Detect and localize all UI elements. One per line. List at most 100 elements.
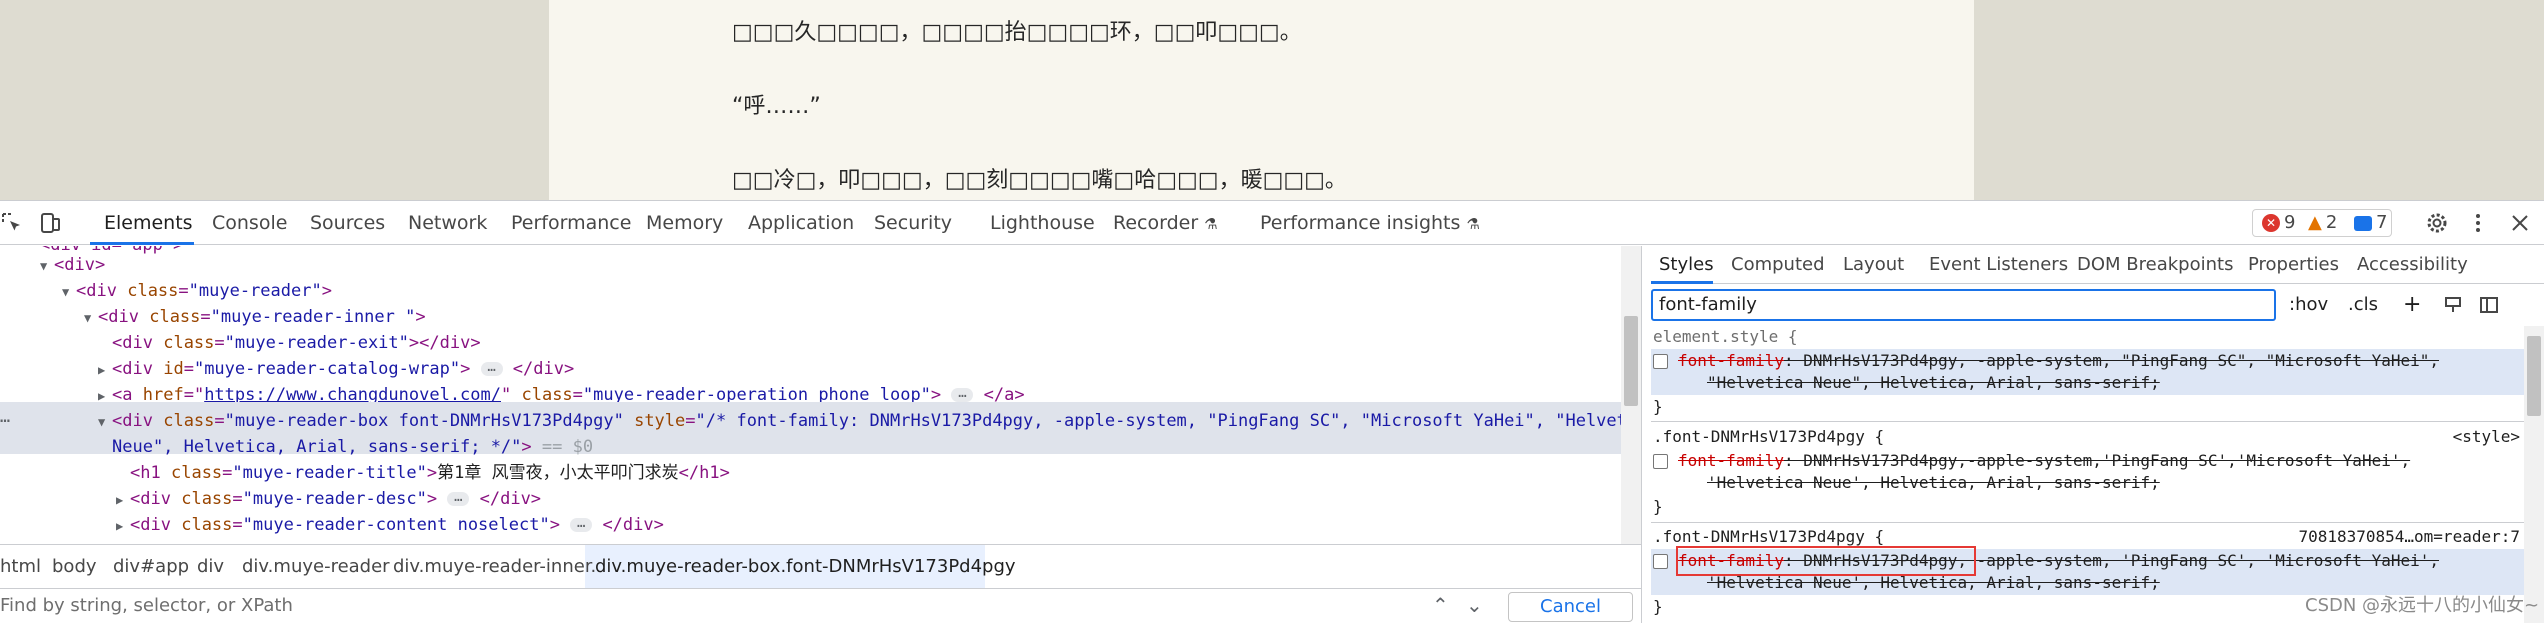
expand-arrow-icon[interactable]: ▶ <box>116 513 130 539</box>
dom-line-title[interactable]: <h1 class="muye-reader-title">第1章 风雪夜，小太… <box>130 460 730 486</box>
breadcrumb-div[interactable]: div <box>197 545 224 589</box>
dom-tree: <div id="app"> ▼<div> ▼<div class="muye-… <box>0 246 1621 544</box>
property-value-cont[interactable]: "Helvetica Neue", Helvetica, Arial, sans… <box>1707 373 2160 392</box>
styles-tabbar: Styles Computed Layout Event Listeners D… <box>1651 246 2544 284</box>
collapse-arrow-icon[interactable]: ▼ <box>62 279 76 305</box>
novel-paragraph-2: “呼……” <box>732 94 821 119</box>
styles-scroll-thumb[interactable] <box>2527 336 2541 416</box>
tab-lighthouse[interactable]: Lighthouse <box>990 201 1095 245</box>
expand-arrow-icon[interactable]: ▶ <box>98 357 112 383</box>
dom-line-desc[interactable]: ▶ <div class="muye-reader-desc"> … </div> <box>116 486 541 512</box>
chevron-down-icon[interactable]: ⌄ <box>1466 593 1483 617</box>
subtab-layout[interactable]: Layout <box>1843 246 1904 284</box>
property-value[interactable]: : DNMrHsV173Pd4pgy, -apple-system, "Ping… <box>1784 351 2439 370</box>
property-name[interactable]: font-family <box>1678 351 1784 370</box>
subtab-event-listeners[interactable]: Event Listeners <box>1929 246 2068 284</box>
subtab-accessibility[interactable]: Accessibility <box>2357 246 2468 284</box>
dom-line-content[interactable]: ▶ <div class="muye-reader-content noselec… <box>116 512 664 538</box>
tab-sources[interactable]: Sources <box>310 201 385 245</box>
declaration-checkbox[interactable] <box>1653 554 1668 569</box>
collapse-arrow-icon[interactable]: ▼ <box>40 253 54 279</box>
property-value-cont[interactable]: 'Helvetica Neue', Helvetica, Arial, sans… <box>1707 573 2160 592</box>
sidebar-toggle-icon[interactable] <box>2479 295 2499 315</box>
ellipsis-badge[interactable]: … <box>951 386 974 402</box>
dom-line-muye-reader-inner[interactable]: ▼ <div class="muye-reader-inner "> <box>84 304 426 330</box>
subtab-properties[interactable]: Properties <box>2248 246 2339 284</box>
find-bar: Find by string, selector, or XPath ⌃ ⌄ C… <box>0 588 1641 623</box>
dom-line-reader-box[interactable]: ▼ <div class="muye-reader-box font-DNMrHs… <box>98 408 1621 434</box>
tab-console[interactable]: Console <box>212 201 287 245</box>
tab-memory[interactable]: Memory <box>646 201 723 245</box>
dom-line-catalog-wrap[interactable]: ▶ <div id="muye-reader-catalog-wrap"> … <… <box>98 356 574 382</box>
subtab-styles[interactable]: Styles <box>1659 246 1714 284</box>
dom-line-reader-box-cont[interactable]: Neue", Helvetica, Arial, sans-serif; */"… <box>112 434 593 460</box>
settings-gear-icon[interactable] <box>2425 211 2449 235</box>
dom-line-reader-exit[interactable]: <div class="muye-reader-exit"></div> <box>112 330 481 356</box>
dollar-zero-marker: == $0 <box>541 437 594 457</box>
breadcrumb-body[interactable]: body <box>52 545 97 589</box>
tab-elements[interactable]: Elements <box>104 201 193 245</box>
tab-performance-insights[interactable]: Performance insights ⚗ <box>1260 201 1480 245</box>
ellipsis-badge[interactable]: … <box>570 516 593 532</box>
property-name[interactable]: font-family <box>1678 451 1784 470</box>
dom-line-div[interactable]: ▼ <div> <box>40 252 105 278</box>
property-name[interactable]: font-family <box>1678 551 1784 570</box>
rule-source[interactable]: <style> <box>2453 426 2520 448</box>
ellipsis-badge[interactable]: … <box>480 360 503 376</box>
styles-filter-input[interactable]: font-family <box>1651 289 2276 321</box>
info-count[interactable]: 7 <box>2354 210 2387 236</box>
property-value[interactable]: : DNMrHsV173Pd4pgy, -apple-system, 'Ping… <box>1784 551 2439 570</box>
chevron-up-icon[interactable]: ⌃ <box>1432 593 1449 617</box>
find-input[interactable]: Find by string, selector, or XPath <box>0 595 293 616</box>
collapse-arrow-icon[interactable]: ▼ <box>84 305 98 331</box>
breadcrumb-muye-reader[interactable]: div.muye-reader <box>242 545 390 589</box>
declaration-checkbox[interactable] <box>1653 454 1668 469</box>
close-devtools-icon[interactable] <box>2508 211 2532 235</box>
cls-toggle[interactable]: .cls <box>2348 289 2378 321</box>
property-value-cont[interactable]: 'Helvetica Neue', Helvetica, Arial, sans… <box>1707 473 2160 492</box>
declaration-cont: "Helvetica Neue", Helvetica, Arial, sans… <box>1707 372 2160 394</box>
rule-selector: element.style { <box>1653 327 1798 346</box>
cancel-button[interactable]: Cancel <box>1508 592 1633 622</box>
breadcrumb: html body div#app div div.muye-reader di… <box>0 544 1641 589</box>
more-options-icon[interactable] <box>2466 211 2490 235</box>
tab-recorder[interactable]: Recorder ⚗ <box>1113 201 1218 245</box>
inspect-element-icon[interactable] <box>0 211 24 235</box>
declaration[interactable]: font-family: DNMrHsV173Pd4pgy,-apple-sys… <box>1653 450 2410 472</box>
dom-tree-scrollbar[interactable] <box>1621 246 1641 544</box>
tab-security[interactable]: Security <box>874 201 952 245</box>
breadcrumb-html[interactable]: html <box>0 545 41 589</box>
expand-arrow-icon[interactable]: ▶ <box>116 487 130 513</box>
breadcrumb-muye-reader-inner[interactable]: div.muye-reader-inner. <box>393 545 596 589</box>
new-rule-plus-icon[interactable]: + <box>2403 289 2421 321</box>
pane-divider[interactable] <box>1641 246 1651 623</box>
flask-icon: ⚗ <box>1204 215 1218 233</box>
subtab-dom-breakpoints[interactable]: DOM Breakpoints <box>2077 246 2233 284</box>
tab-application[interactable]: Application <box>748 201 854 245</box>
collapse-arrow-icon[interactable]: ▼ <box>98 409 112 435</box>
dom-line-muye-reader[interactable]: ▼ <div class="muye-reader"> <box>62 278 332 304</box>
error-count-label: 9 <box>2284 212 2296 233</box>
flask-icon: ⚗ <box>1466 215 1480 233</box>
declaration-checkbox[interactable] <box>1653 354 1668 369</box>
breadcrumb-div-app[interactable]: div#app <box>113 545 189 589</box>
subtab-computed[interactable]: Computed <box>1731 246 1825 284</box>
element-state-icon[interactable] <box>2443 295 2463 315</box>
tab-network[interactable]: Network <box>408 201 487 245</box>
declaration-cont: 'Helvetica Neue', Helvetica, Arial, sans… <box>1707 572 2160 594</box>
dom-tree-scroll-thumb[interactable] <box>1624 316 1638 406</box>
device-toolbar-icon[interactable] <box>38 211 62 235</box>
hov-toggle[interactable]: :hov <box>2289 289 2328 321</box>
breadcrumb-muye-reader-box[interactable]: div.muye-reader-box.font-DNMrHsV173Pd4pg… <box>595 545 1016 589</box>
error-count[interactable]: ✕ 9 <box>2262 210 2295 236</box>
style-rules: element.style { font-family: DNMrHsV173P… <box>1651 326 2524 623</box>
rule-source[interactable]: 70818370854…om=reader:7 <box>2298 526 2520 548</box>
declaration[interactable]: font-family: DNMrHsV173Pd4pgy, -apple-sy… <box>1653 350 2439 372</box>
novel-paragraph-1: □□□久□□□□，□□□□抬□□□□环，□□叩□□□。 <box>732 20 1302 45</box>
declaration[interactable]: font-family: DNMrHsV173Pd4pgy, -apple-sy… <box>1653 550 2439 572</box>
warning-count[interactable]: ▲ 2 <box>2308 210 2337 236</box>
styles-scrollbar[interactable] <box>2524 326 2544 623</box>
ellipsis-badge[interactable]: … <box>447 490 470 506</box>
property-value[interactable]: : DNMrHsV173Pd4pgy,-apple-system,'PingFa… <box>1784 451 2410 470</box>
tab-performance[interactable]: Performance <box>511 201 631 245</box>
